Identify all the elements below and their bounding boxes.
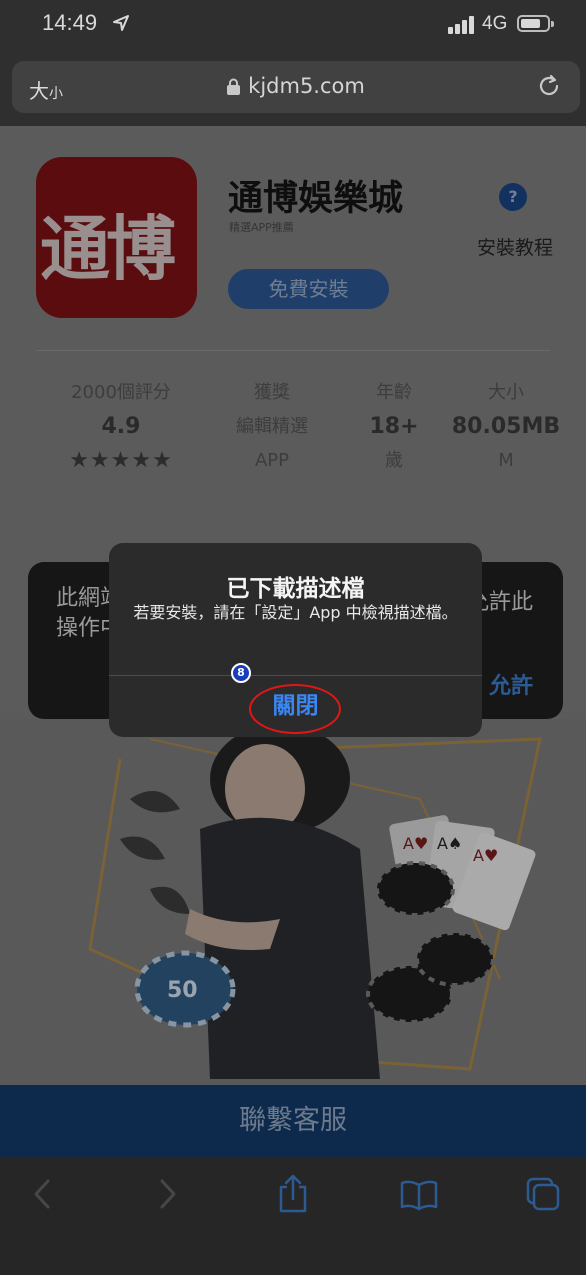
- allow-button[interactable]: 允許: [489, 668, 533, 700]
- stat-size: 大小 80.05MB M: [451, 382, 561, 471]
- safari-page: 14:49 4G 大小 kjdm5.com 通博 通博娛樂城 精選APP推薦 ?…: [0, 0, 586, 1275]
- contact-support-button[interactable]: 聯繫客服: [0, 1085, 586, 1157]
- location-arrow-icon: [113, 15, 129, 31]
- forward-icon[interactable]: [156, 1177, 180, 1211]
- install-tutorial-link[interactable]: 安裝教程: [477, 233, 553, 260]
- highlight-ring: [249, 684, 341, 734]
- status-time: 14:49: [42, 10, 98, 35]
- bottom-toolbar: [0, 1157, 586, 1275]
- stat-age: 年齡 18+ 歲: [369, 382, 419, 471]
- dialog-title: 已下載描述檔: [226, 576, 365, 602]
- address-bar-area: 大小 kjdm5.com: [0, 52, 586, 126]
- divider: [36, 350, 550, 351]
- app-name: 通博娛樂城: [228, 179, 404, 219]
- promo-illustration: A♥ A♠ A♥ 50: [88, 724, 542, 1079]
- battery-icon: [517, 15, 554, 32]
- help-icon[interactable]: ?: [499, 183, 527, 211]
- address-bar[interactable]: 大小 kjdm5.com: [12, 61, 580, 113]
- svg-text:A♥: A♥: [403, 834, 428, 853]
- url-display[interactable]: kjdm5.com: [12, 74, 580, 98]
- back-icon[interactable]: [30, 1177, 54, 1211]
- dialog-message: 若要安裝，請在「設定」App 中檢視描述檔。: [133, 603, 458, 622]
- step-marker-badge: 8: [231, 663, 251, 683]
- reload-icon[interactable]: [536, 73, 562, 99]
- tabs-icon[interactable]: [526, 1177, 560, 1211]
- app-icon[interactable]: 通博: [36, 157, 197, 318]
- cellular-signal-icon: [448, 16, 474, 34]
- status-bar: 14:49 4G: [0, 0, 586, 52]
- star-rating-icon: ★★★★★: [69, 448, 173, 473]
- free-install-button[interactable]: 免費安裝: [228, 269, 389, 309]
- app-subtitle: 精選APP推薦: [229, 221, 294, 234]
- chip-value: 50: [167, 978, 198, 1003]
- promo-image: A♥ A♠ A♥ 50: [0, 719, 586, 1085]
- dialog-divider: [109, 675, 482, 676]
- url-text: kjdm5.com: [248, 74, 365, 98]
- stat-ratings: 2000個評分 4.9 ★★★★★: [60, 376, 182, 478]
- bookmarks-icon[interactable]: [400, 1179, 438, 1211]
- network-type: 4G: [482, 13, 508, 34]
- svg-text:A♠: A♠: [437, 834, 462, 853]
- lock-icon: [227, 78, 241, 95]
- app-icon-text: 通博: [40, 208, 176, 290]
- stat-award: 獲獎 編輯精選 APP: [236, 382, 308, 471]
- svg-text:A♥: A♥: [473, 846, 498, 865]
- share-icon[interactable]: [277, 1173, 309, 1213]
